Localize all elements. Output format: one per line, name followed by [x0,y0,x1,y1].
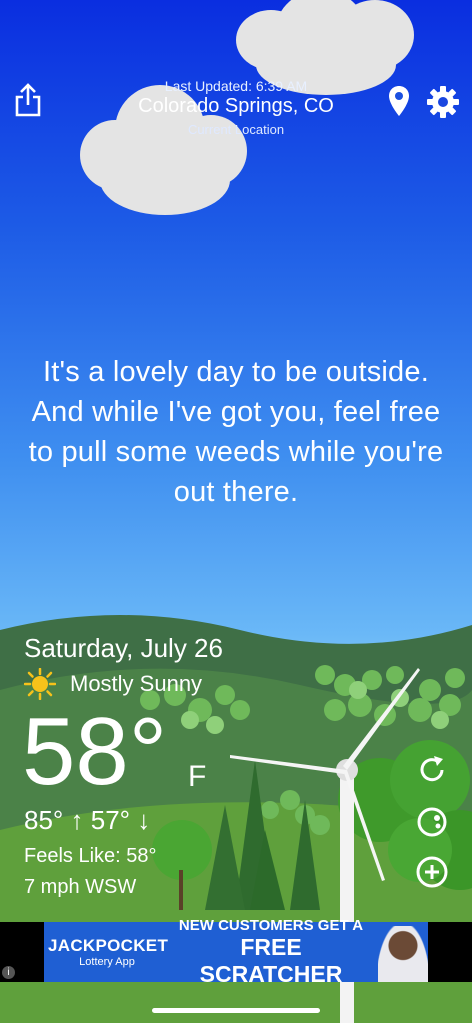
ad-headline-2: FREE SCRATCHER [199,933,343,987]
ad-brand-block: JACKPOCKET Lottery App [48,936,169,968]
current-location-label: Current Location [187,122,285,137]
gear-icon [427,86,459,118]
ad-person-image [378,926,428,982]
high-low-temps: 85° ↑ 57° ↓ [24,805,151,835]
settings-button[interactable] [425,84,461,120]
sun-icon [24,668,56,700]
wind-speed: 7 mph WSW [24,876,137,898]
location-button[interactable] [386,84,412,118]
ad-banner[interactable]: JACKPOCKET Lottery App NEW CUSTOMERS GET… [44,917,428,987]
chat-bubble-icon [417,807,447,837]
date-label: Saturday, July 26 [24,633,223,663]
ad-info-icon[interactable]: i [2,966,15,979]
condition-row: Mostly Sunny [24,668,202,700]
temperature: 58° [22,698,168,805]
ad-container: i JACKPOCKET Lottery App NEW CUSTOMERS G… [0,917,472,987]
chat-button[interactable] [414,804,450,840]
location-pin-icon [389,86,409,116]
home-indicator [152,1008,320,1013]
temperature-unit[interactable]: F [188,760,206,794]
ad-brand-sub: Lottery App [79,956,135,968]
add-location-button[interactable] [414,854,450,890]
refresh-button[interactable] [414,752,450,788]
ad-brand: JACKPOCKET [48,936,169,955]
condition-label: Mostly Sunny [70,671,203,696]
plus-circle-icon [416,856,448,888]
feels-like: Feels Like: 58° [24,845,157,867]
ad-headline-block: NEW CUSTOMERS GET A FREE SCRATCHER [166,917,376,988]
refresh-icon [420,756,444,782]
weather-message: It's a lovely day to be outside. And whi… [28,356,444,508]
ad-headline-1: NEW CUSTOMERS GET A [178,916,364,934]
